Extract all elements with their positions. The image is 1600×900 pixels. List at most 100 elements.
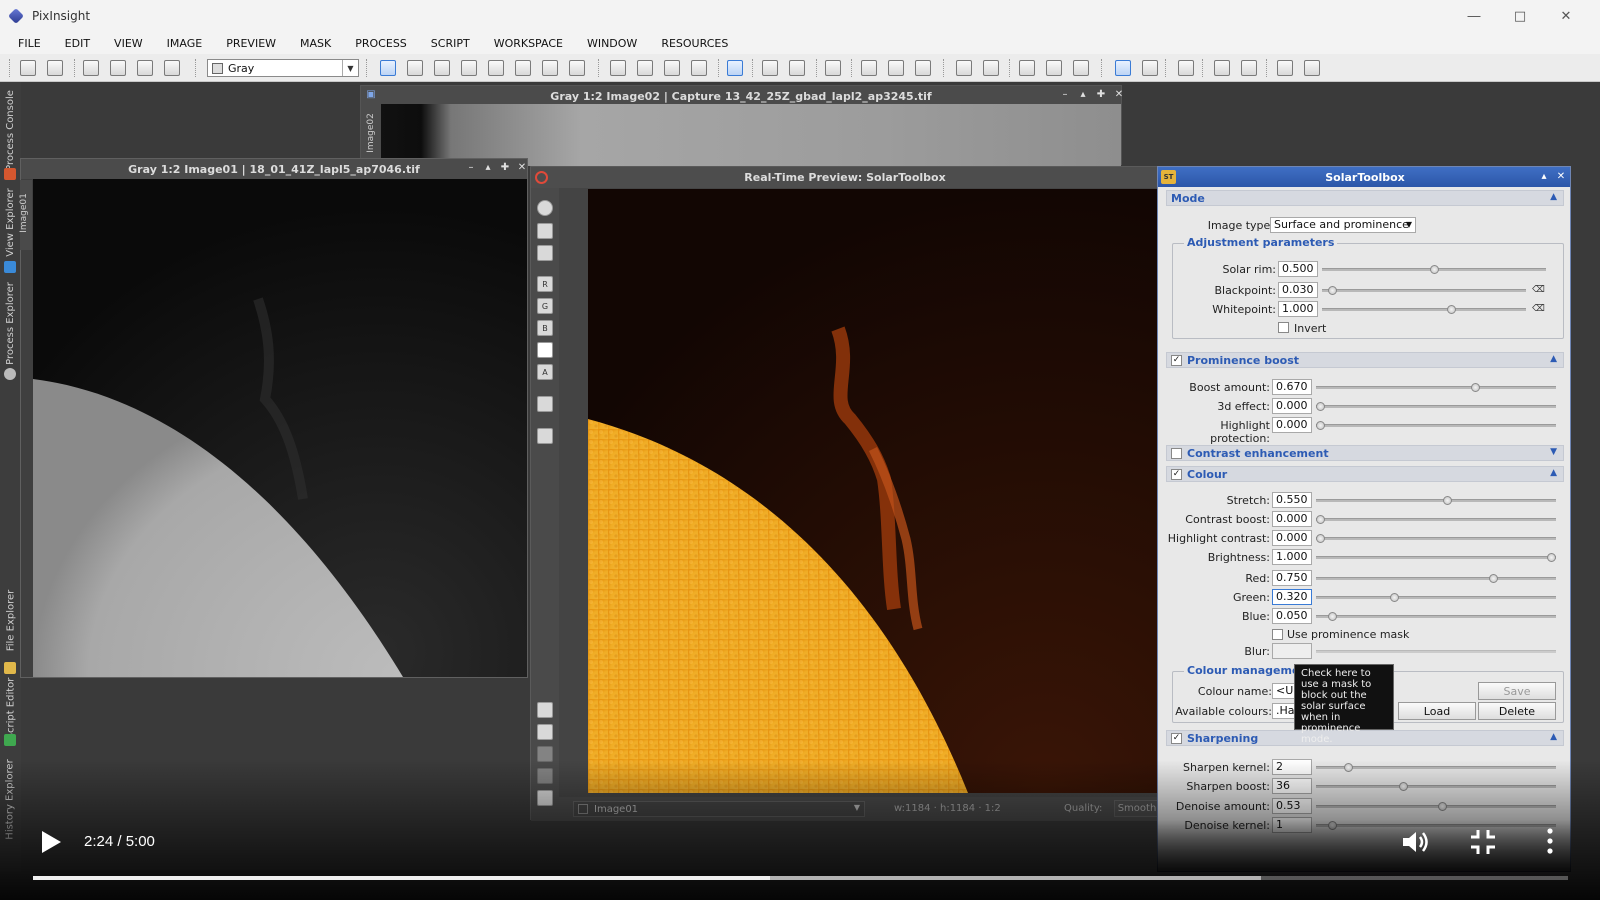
track-view-icon[interactable] [1019,60,1035,76]
workspace-4-icon[interactable] [1214,60,1230,76]
workspace-7-icon[interactable] [1304,60,1320,76]
preview-store-icon[interactable] [664,60,680,76]
cascade-icon[interactable] [1046,60,1062,76]
zoom-fit-icon[interactable] [537,223,553,239]
image01-side-tab[interactable]: Image01 [19,180,32,250]
options-icon[interactable] [537,428,553,444]
new-preview-icon[interactable] [610,60,626,76]
slider-thumb[interactable] [1327,286,1337,295]
chevron-down-icon[interactable]: ▼ [342,60,358,76]
camera-icon[interactable] [537,396,553,412]
blue-input[interactable]: 0.050 [1272,608,1312,624]
prominence-boost-checkbox[interactable]: ✓ [1171,355,1182,366]
boost-amount-input[interactable]: 0.670 [1272,379,1312,395]
play-icon[interactable] [40,830,62,854]
denoise-amount-input[interactable]: 0.53 [1272,798,1312,814]
maximize-icon[interactable]: ✚ [499,162,511,174]
workspace-6-icon[interactable] [1277,60,1293,76]
mask-invert-icon[interactable] [825,60,841,76]
fullscreen-icon[interactable] [537,790,553,806]
image02-canvas[interactable] [381,104,1121,166]
image-window-image01[interactable]: Gray 1:2 Image01 | 18_01_41Z_lapl5_ap704… [20,158,528,678]
menu-workspace[interactable]: WORKSPACE [484,37,573,50]
blur-slider[interactable] [1316,650,1556,653]
menu-file[interactable]: FILE [8,37,51,50]
reset-whitepoint-icon[interactable]: ⌫ [1532,304,1545,315]
minimize-icon[interactable]: – [1059,89,1071,101]
3d-effect-slider[interactable] [1316,402,1556,411]
brightness-input[interactable]: 1.000 [1272,549,1312,565]
slider-thumb[interactable] [1429,265,1439,274]
zoom-in-icon[interactable] [407,60,423,76]
highlight-contrast-input[interactable]: 0.000 [1272,530,1312,546]
blackpoint-slider[interactable] [1322,286,1526,295]
minimize-icon[interactable]: ― [1451,0,1497,32]
slider-thumb[interactable] [1316,515,1325,524]
sharpen-kernel-input[interactable]: 2 [1272,759,1312,775]
highlight-protection-slider[interactable] [1316,421,1556,430]
section-mode[interactable]: Mode ▲ [1166,190,1564,206]
image02-side-tab[interactable]: Image02 [361,104,381,166]
readout-mode-icon[interactable] [569,60,585,76]
channel-r-icon[interactable]: R [537,276,553,292]
sharpening-checkbox[interactable]: ✓ [1171,733,1182,744]
volume-icon[interactable] [1400,827,1430,857]
real-time-preview-window[interactable]: Real-Time Preview: SolarToolbox R G B A [530,166,1160,821]
blue-slider[interactable] [1316,612,1556,621]
preview-canvas[interactable] [588,189,1158,793]
section-sharpening[interactable]: ✓ Sharpening ▲ [1166,730,1564,746]
shade-icon[interactable]: ▴ [1077,89,1089,101]
slider-thumb[interactable] [1316,534,1325,543]
red-slider[interactable] [1316,574,1556,583]
menu-script[interactable]: SCRIPT [421,37,480,50]
workspace-1-icon[interactable] [1115,60,1131,76]
slider-thumb[interactable] [1470,383,1480,392]
section-contrast-enhancement[interactable]: Contrast enhancement ▼ [1166,445,1564,461]
chevron-down-icon[interactable]: ▼ [854,803,860,812]
fit-view-icon[interactable] [461,60,477,76]
save-as-icon[interactable] [164,60,180,76]
close-icon[interactable]: ✕ [1555,171,1567,183]
close-icon[interactable]: ✕ [1113,89,1125,101]
shade-icon[interactable]: ▴ [1538,171,1550,183]
menu-resources[interactable]: RESOURCES [651,37,738,50]
channel-alpha-icon[interactable]: A [537,364,553,380]
contrast-enhancement-checkbox[interactable] [1171,448,1182,459]
mask-select-icon[interactable] [762,60,778,76]
maximize-icon[interactable]: □ [1497,0,1543,32]
collapse-icon[interactable]: ▲ [1550,354,1557,364]
reset-icon[interactable] [110,60,126,76]
use-prominence-mask-checkbox[interactable] [1272,629,1283,640]
video-progress-bar[interactable] [33,876,1568,880]
menu-window[interactable]: WINDOW [577,37,647,50]
tab-process-console[interactable]: Process Console [0,82,21,178]
solar-rim-input[interactable]: 0.500 [1278,261,1318,277]
slider-thumb[interactable] [1438,802,1448,811]
boost-amount-slider[interactable] [1316,383,1556,392]
reset-blackpoint-icon[interactable]: ⌫ [1532,285,1545,296]
load-colour-button[interactable]: Load [1398,702,1476,720]
slider-thumb[interactable] [1489,574,1499,583]
stretch-slider[interactable] [1316,496,1556,505]
sharpen-boost-slider[interactable] [1316,782,1556,791]
refresh-icon[interactable] [537,200,553,216]
sharpen-boost-input[interactable]: 36 [1272,778,1312,794]
mask-color-icon[interactable] [915,60,931,76]
track-icon[interactable] [537,746,553,762]
contrast-boost-input[interactable]: 0.000 [1272,511,1312,527]
menu-preview[interactable]: PREVIEW [216,37,286,50]
color-mode-select[interactable]: Gray ▼ [207,59,359,77]
new-instance-icon[interactable] [537,702,553,718]
menu-mask[interactable]: MASK [290,37,341,50]
preview-view-select[interactable]: Image01 ▼ [573,801,865,817]
denoise-amount-slider[interactable] [1316,802,1556,811]
save-colour-button[interactable]: Save [1478,682,1556,700]
channel-b-icon[interactable]: B [537,320,553,336]
whitepoint-input[interactable]: 1.000 [1278,301,1318,317]
menu-view[interactable]: VIEW [104,37,153,50]
preview-title-bar[interactable]: Real-Time Preview: SolarToolbox [531,167,1159,188]
collapse-icon[interactable]: ▲ [1550,192,1557,202]
tile-icon[interactable] [1073,60,1089,76]
close-icon[interactable]: ✕ [1543,0,1589,32]
quality-select[interactable]: Smooth [1114,800,1160,817]
